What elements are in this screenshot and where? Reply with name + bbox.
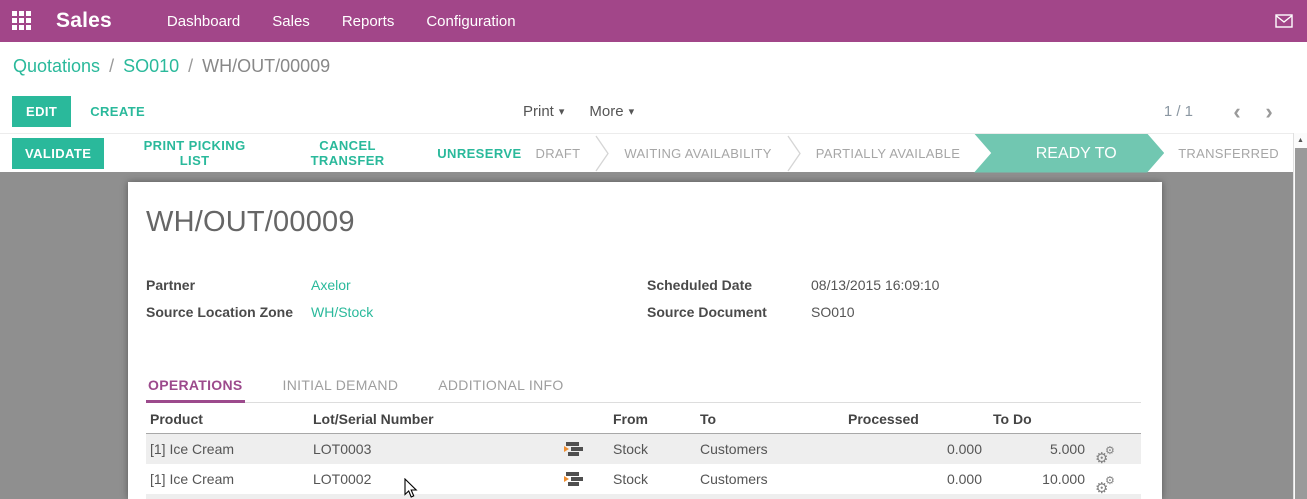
tab-additional-info[interactable]: ADDITIONAL INFO bbox=[436, 377, 565, 402]
breadcrumb: Quotations / SO010 / WH/OUT/00009 bbox=[0, 42, 1307, 90]
cell-to[interactable]: Customers bbox=[696, 471, 841, 487]
breadcrumb-separator: / bbox=[109, 56, 114, 77]
state-partially-available[interactable]: PARTIALLY AVAILABLE bbox=[802, 134, 974, 173]
cell-lot[interactable]: LOT0003 bbox=[313, 441, 545, 457]
lot-split-icon[interactable] bbox=[545, 441, 609, 457]
cell-from[interactable]: Stock bbox=[609, 471, 696, 487]
scrollbar-thumb[interactable] bbox=[1295, 148, 1307, 499]
cell-todo[interactable]: 5.000 bbox=[985, 441, 1089, 457]
apps-grid-icon[interactable] bbox=[12, 11, 32, 31]
cell-from[interactable]: Stock bbox=[609, 441, 696, 457]
header-to: To bbox=[696, 411, 841, 427]
cell-processed[interactable]: 0.000 bbox=[841, 441, 985, 457]
content-area: VALIDATE PRINT PICKING LIST CANCEL TRANS… bbox=[0, 133, 1307, 499]
cancel-transfer-button[interactable]: CANCEL TRANSFER bbox=[285, 138, 410, 168]
table-row-partial bbox=[146, 494, 1141, 499]
notebook-tabs: OPERATIONS INITIAL DEMAND ADDITIONAL INF… bbox=[146, 377, 1141, 403]
breadcrumb-so010[interactable]: SO010 bbox=[123, 56, 179, 77]
pager-next-icon[interactable]: › bbox=[1253, 99, 1285, 125]
chevron-down-icon: ▾ bbox=[629, 105, 635, 118]
tab-initial-demand[interactable]: INITIAL DEMAND bbox=[281, 377, 401, 402]
scheduled-date-label: Scheduled Date bbox=[647, 277, 811, 293]
form-sheet: WH/OUT/00009 Partner Axelor Source Locat… bbox=[128, 182, 1162, 499]
more-dropdown[interactable]: More ▾ bbox=[589, 103, 634, 120]
source-document-value: SO010 bbox=[811, 304, 855, 320]
cell-product[interactable]: [1] Ice Cream bbox=[146, 441, 313, 457]
cell-lot[interactable]: LOT0002 bbox=[313, 471, 545, 487]
state-pipeline: DRAFT WAITING AVAILABILITY PARTIALLY AVA… bbox=[522, 134, 1293, 173]
header-todo: To Do bbox=[985, 411, 1089, 427]
state-waiting-availability[interactable]: WAITING AVAILABILITY bbox=[610, 134, 785, 173]
nav-item-configuration[interactable]: Configuration bbox=[415, 13, 526, 30]
nav-item-reports[interactable]: Reports bbox=[331, 13, 406, 30]
record-pager: 1 / 1 ‹ › bbox=[1164, 99, 1285, 125]
cell-todo[interactable]: 10.000 bbox=[985, 471, 1089, 487]
scheduled-date-value: 08/13/2015 16:09:10 bbox=[811, 277, 939, 293]
breadcrumb-separator: / bbox=[188, 56, 193, 77]
state-separator-icon bbox=[786, 134, 802, 173]
lot-split-icon[interactable] bbox=[545, 471, 609, 487]
action-row: EDIT CREATE Print ▾ More ▾ 1 / 1 ‹ › bbox=[0, 90, 1307, 133]
messages-envelope-icon[interactable] bbox=[1275, 14, 1293, 28]
form-backdrop: WH/OUT/00009 Partner Axelor Source Locat… bbox=[0, 172, 1293, 499]
field-group-right: Scheduled Date 08/13/2015 16:09:10 Sourc… bbox=[647, 277, 939, 331]
cell-processed[interactable]: 0.000 bbox=[841, 471, 985, 487]
vertical-scrollbar[interactable]: ▲ bbox=[1293, 133, 1307, 499]
field-groups: Partner Axelor Source Location Zone WH/S… bbox=[146, 277, 1141, 331]
edit-button[interactable]: EDIT bbox=[12, 96, 71, 127]
pager-prev-icon[interactable]: ‹ bbox=[1221, 99, 1253, 125]
field-group-left: Partner Axelor Source Location Zone WH/S… bbox=[146, 277, 647, 331]
partner-label: Partner bbox=[146, 277, 311, 293]
header-product: Product bbox=[146, 411, 313, 427]
source-location-zone-label: Source Location Zone bbox=[146, 304, 311, 320]
unreserve-button[interactable]: UNRESERVE bbox=[437, 146, 521, 161]
table-row[interactable]: [1] Ice Cream LOT0003 Stock Customers 0.… bbox=[146, 434, 1141, 464]
header-processed: Processed bbox=[841, 411, 985, 427]
create-button[interactable]: CREATE bbox=[90, 104, 145, 119]
state-separator-icon bbox=[594, 134, 610, 173]
form-menus: Print ▾ More ▾ bbox=[523, 90, 659, 133]
pager-count: 1 / 1 bbox=[1164, 103, 1193, 120]
app-brand[interactable]: Sales bbox=[56, 9, 112, 33]
print-picking-list-button[interactable]: PRINT PICKING LIST bbox=[131, 138, 258, 168]
header-lot: Lot/Serial Number bbox=[313, 411, 545, 427]
top-navbar: Sales Dashboard Sales Reports Configurat… bbox=[0, 0, 1307, 42]
nav-item-sales[interactable]: Sales bbox=[261, 13, 321, 30]
header-from: From bbox=[609, 411, 696, 427]
cell-product[interactable]: [1] Ice Cream bbox=[146, 471, 313, 487]
operations-table: Product Lot/Serial Number From To Proces… bbox=[146, 405, 1141, 499]
source-location-zone-value-link[interactable]: WH/Stock bbox=[311, 304, 373, 320]
table-row[interactable]: [1] Ice Cream LOT0002 Stock Customers 0.… bbox=[146, 464, 1141, 494]
cell-to[interactable]: Customers bbox=[696, 441, 841, 457]
breadcrumb-quotations[interactable]: Quotations bbox=[13, 56, 100, 77]
page-title: WH/OUT/00009 bbox=[146, 206, 1141, 239]
statusbar: VALIDATE PRINT PICKING LIST CANCEL TRANS… bbox=[0, 133, 1293, 172]
scrollbar-up-icon[interactable]: ▲ bbox=[1294, 133, 1307, 148]
breadcrumb-current: WH/OUT/00009 bbox=[202, 56, 330, 77]
print-dropdown[interactable]: Print ▾ bbox=[523, 103, 564, 120]
chevron-down-icon: ▾ bbox=[559, 105, 565, 118]
state-transferred[interactable]: TRANSFERRED bbox=[1164, 134, 1293, 173]
validate-button[interactable]: VALIDATE bbox=[12, 138, 104, 169]
state-draft[interactable]: DRAFT bbox=[522, 134, 595, 173]
nav-item-dashboard[interactable]: Dashboard bbox=[156, 13, 251, 30]
source-document-label: Source Document bbox=[647, 304, 811, 320]
table-header-row: Product Lot/Serial Number From To Proces… bbox=[146, 405, 1141, 434]
partner-value-link[interactable]: Axelor bbox=[311, 277, 351, 293]
state-ready-to-transfer[interactable]: READY TO TRANSFER bbox=[974, 134, 1164, 173]
tab-operations[interactable]: OPERATIONS bbox=[146, 377, 245, 403]
